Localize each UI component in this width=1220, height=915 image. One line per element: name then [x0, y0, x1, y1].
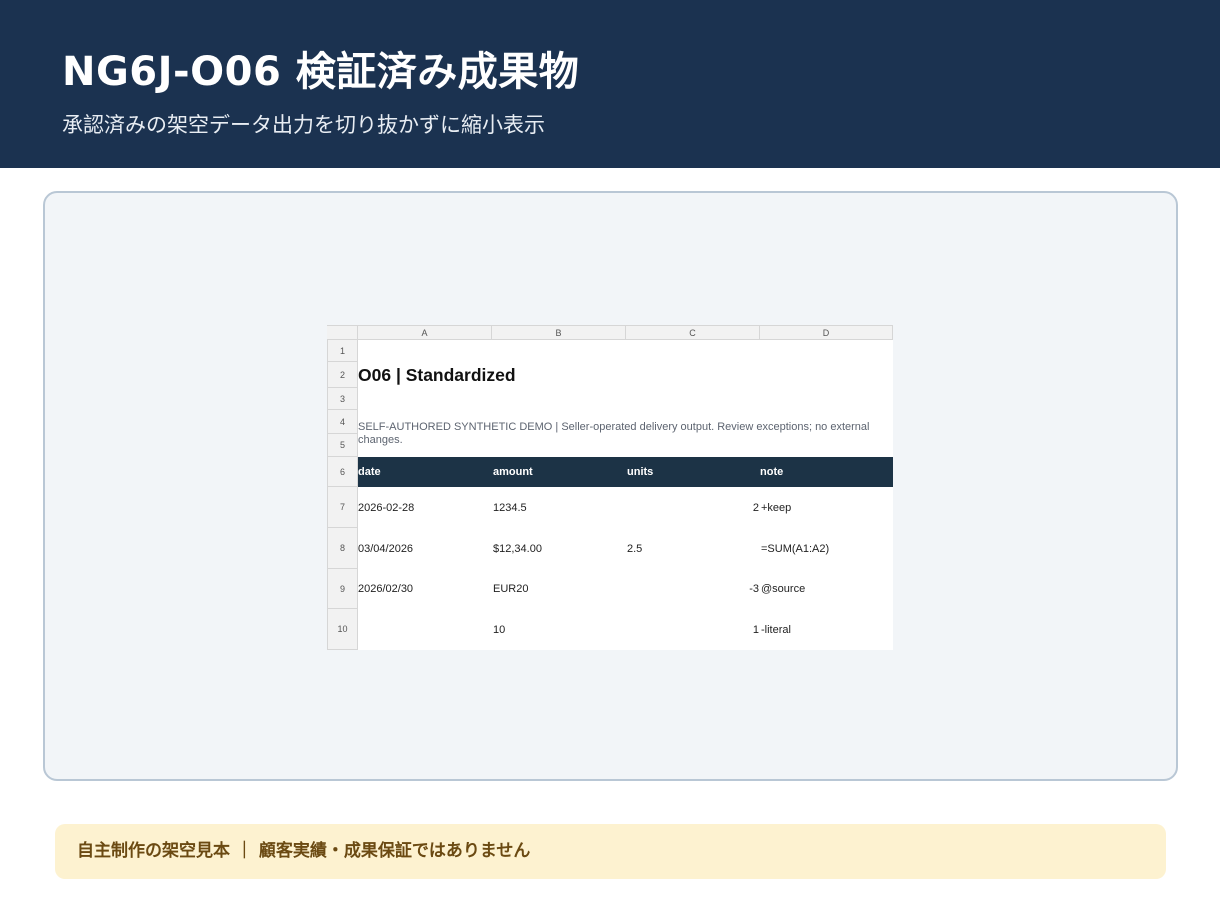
table-header-units: units [627, 466, 654, 478]
column-header-d: D [760, 325, 893, 340]
row-header-4: 4 [327, 410, 358, 434]
spreadsheet-preview: A B C D 1 2 3 4 5 6 7 8 9 10 O06 | Stand… [327, 325, 893, 650]
table-cell: 10 [493, 624, 506, 636]
disclaimer-banner: 自主制作の架空見本 ｜ 顧客実績・成果保証ではありません [55, 824, 1166, 879]
row-header-7: 7 [327, 487, 358, 528]
table-cell: 2.5 [627, 543, 643, 555]
row-header-8: 8 [327, 528, 358, 569]
table-cell: @source [761, 583, 806, 595]
table-cell: =SUM(A1:A2) [761, 543, 830, 555]
table-cell: +keep [761, 502, 792, 514]
table-cell: -3 [749, 583, 759, 595]
table-cell: $12,34.00 [493, 543, 542, 555]
row-header-3: 3 [327, 388, 358, 410]
table-cell: 2026-02-28 [358, 502, 415, 514]
table-cell: 03/04/2026 [358, 543, 414, 555]
corner-header [327, 325, 358, 340]
page-title: NG6J-O06 検証済み成果物 [62, 49, 580, 95]
table-cell: 1234.5 [493, 502, 527, 514]
table-header-date: date [358, 466, 381, 478]
row-header-6: 6 [327, 457, 358, 487]
table-cell: 2 [752, 502, 759, 514]
row-header-2: 2 [327, 362, 358, 388]
table-cell: -literal [761, 624, 791, 636]
row-header-9: 9 [327, 569, 358, 609]
table-header-row: date amount units note [358, 457, 893, 487]
page-subtitle: 承認済みの架空データ出力を切り抜かずに縮小表示 [62, 113, 545, 137]
table-cell: EUR20 [493, 583, 529, 595]
disclaimer-text: 自主制作の架空見本 ｜ 顧客実績・成果保証ではありません [77, 841, 531, 861]
column-header-c: C [626, 325, 760, 340]
sheet-title: O06 | Standardized [358, 365, 516, 385]
table-cell: 2026/02/30 [358, 583, 414, 595]
column-header-a: A [358, 325, 492, 340]
table-cell: 1 [752, 624, 759, 636]
row-header-10: 10 [327, 609, 358, 650]
table-header-amount: amount [493, 466, 533, 478]
column-header-b: B [492, 325, 626, 340]
table-header-note: note [760, 466, 784, 478]
row-header-1: 1 [327, 340, 358, 362]
page-header: NG6J-O06 検証済み成果物 承認済みの架空データ出力を切り抜かずに縮小表示 [0, 0, 1220, 168]
sheet-description: SELF-AUTHORED SYNTHETIC DEMO | Seller-op… [358, 421, 870, 446]
row-header-5: 5 [327, 434, 358, 457]
